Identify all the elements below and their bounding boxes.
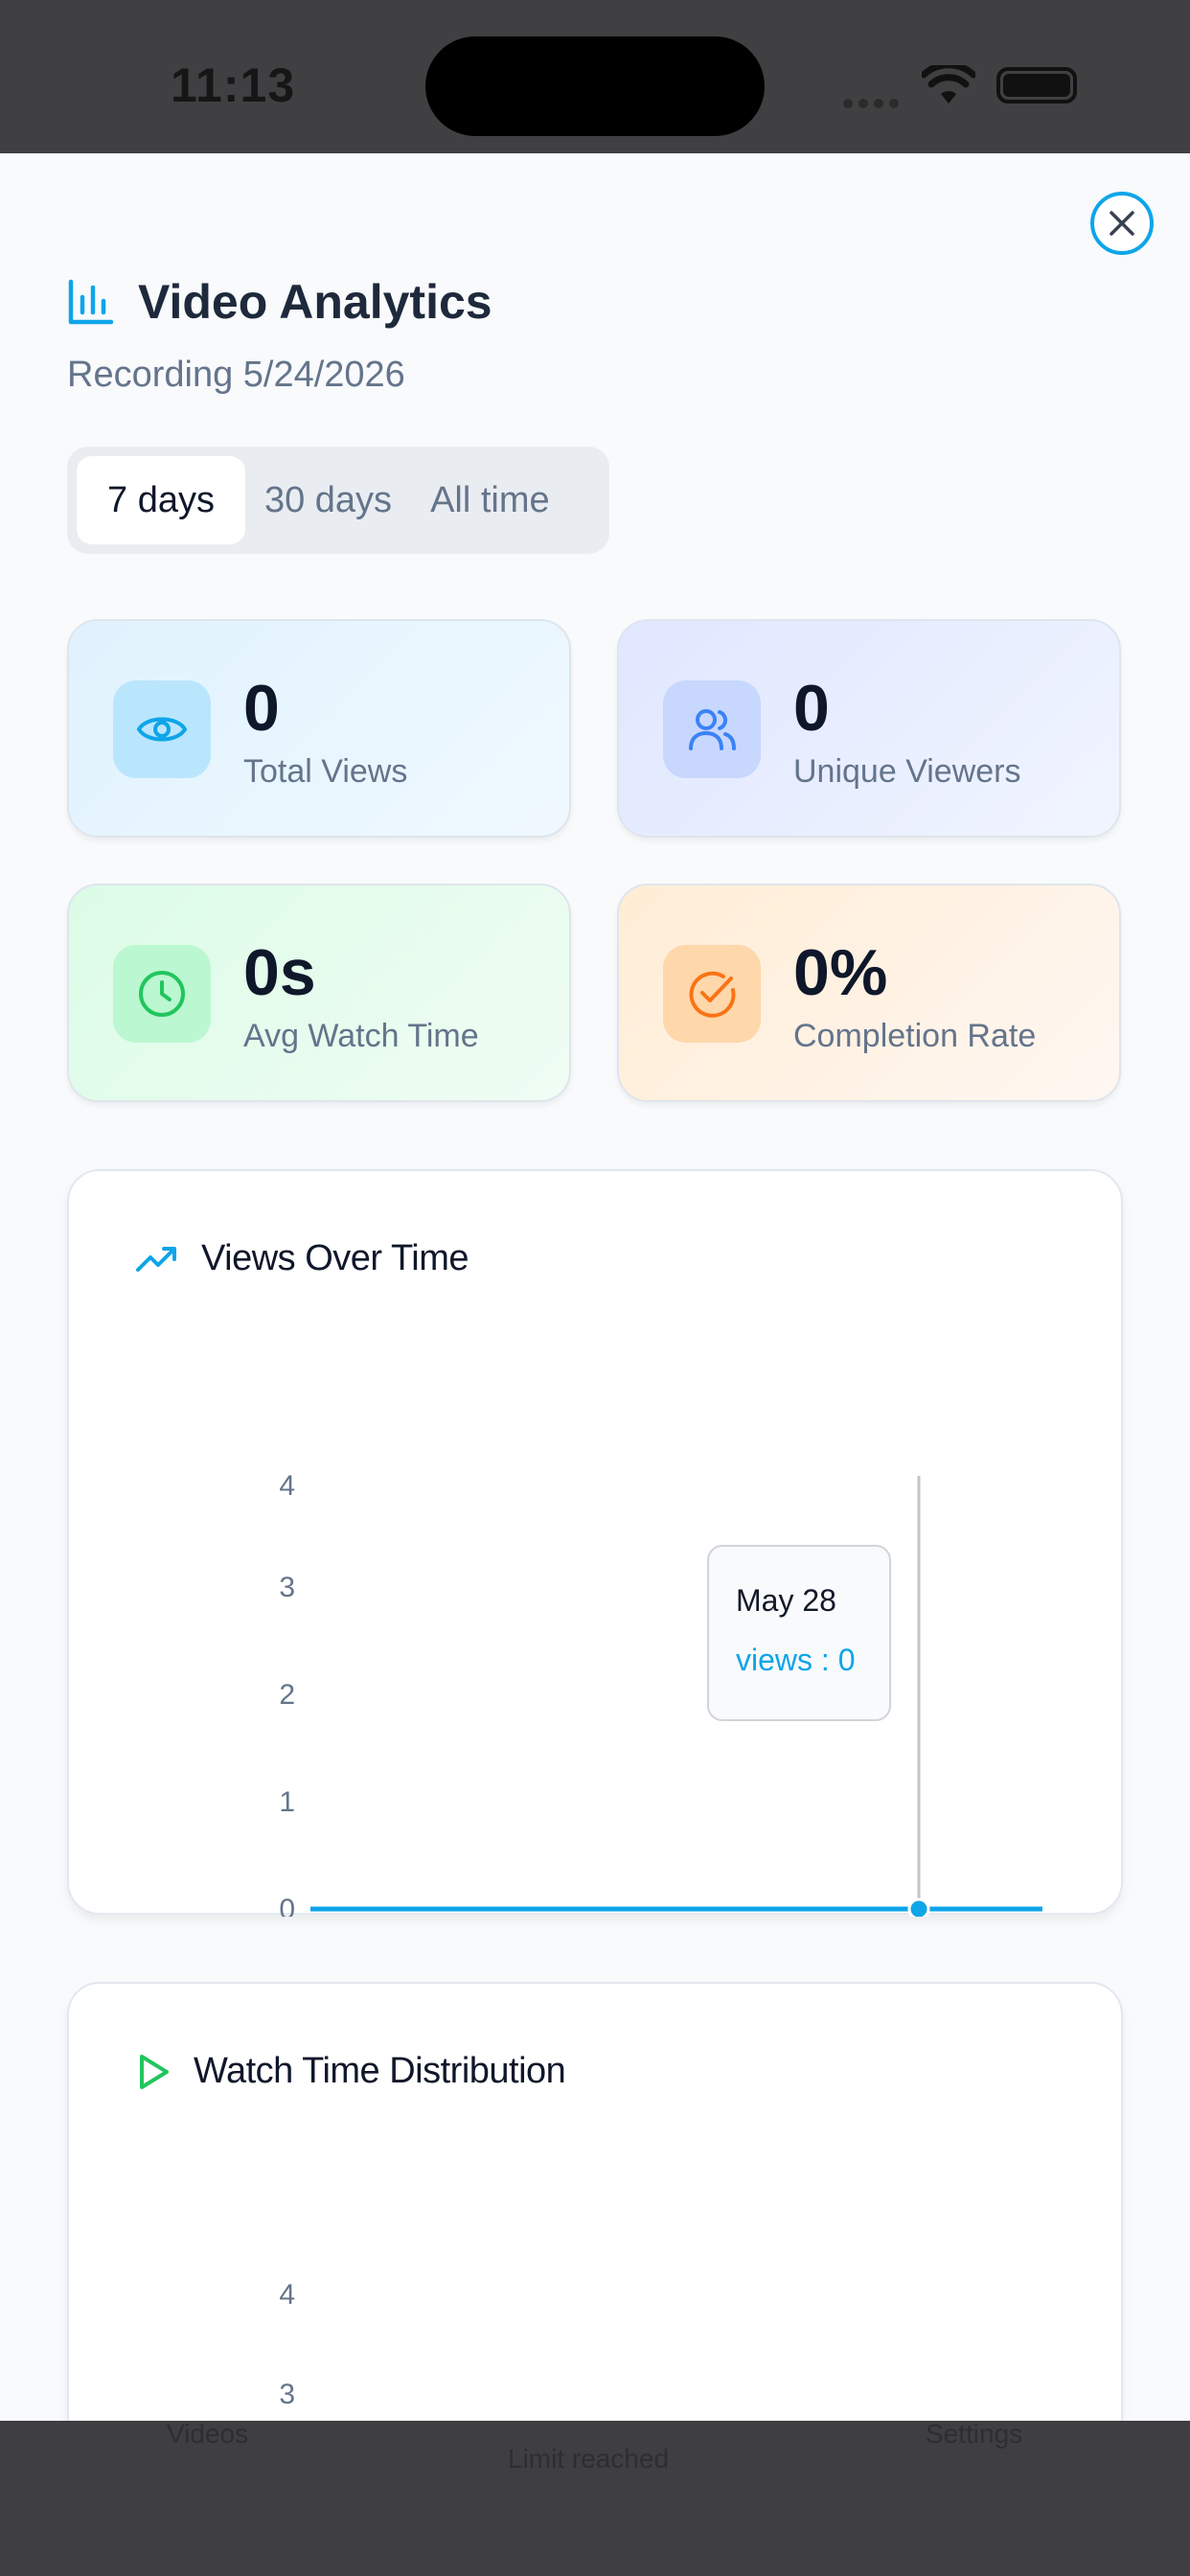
completion-rate-value: 0% — [793, 936, 888, 1009]
unique-viewers-value: 0 — [793, 672, 830, 745]
y-tick-label: 1 — [279, 1786, 295, 1818]
total-views-label: Total Views — [243, 753, 408, 790]
stat-card-completion-rate: 0% Completion Rate — [617, 884, 1121, 1102]
y-tick-label: 3 — [279, 1572, 295, 1603]
y-tick-label: 2 — [279, 1679, 295, 1711]
recording-date: Recording 5/24/2026 — [67, 355, 405, 395]
clock-icon — [139, 971, 185, 1017]
status-bar: 11:13 — [0, 0, 1190, 153]
background-tab-bar: Videos Limit reached Settings — [0, 2415, 1190, 2576]
background-tab-settings: Settings — [926, 2419, 1023, 2449]
y-tick-label: 4 — [279, 1470, 295, 1502]
completion-rate-label: Completion Rate — [793, 1018, 1037, 1054]
unique-viewers-label: Unique Viewers — [793, 753, 1021, 790]
stat-card-total-views: 0 Total Views — [67, 619, 571, 838]
tab-7-days[interactable]: 7 days — [77, 456, 245, 544]
y-tick-label: 0 — [279, 1894, 295, 1917]
close-icon — [1110, 211, 1134, 236]
background-tab-videos: Videos — [167, 2419, 249, 2449]
avg-watch-time-label: Avg Watch Time — [243, 1018, 479, 1054]
check-circle-icon — [689, 971, 736, 1018]
signal-icon — [843, 96, 906, 108]
users-icon — [689, 709, 736, 750]
title-row: Video Analytics — [67, 274, 492, 330]
tab-30-days[interactable]: 30 days — [245, 456, 411, 544]
watch-time-bar-chart: 234 — [279, 2279, 295, 2410]
background-limit-text: Limit reached — [508, 2444, 670, 2473]
dynamic-island — [425, 36, 765, 136]
avg-watch-time-value: 0s — [243, 936, 316, 1009]
status-time: 11:13 — [171, 58, 296, 112]
y-tick-label: 3 — [279, 2379, 295, 2410]
views-over-time-panel: Views Over Time 01234May 23May 24May 25M… — [67, 1169, 1125, 1917]
watch-time-panel: Watch Time Distribution 234 — [67, 1982, 1123, 2421]
close-button[interactable] — [1090, 192, 1154, 255]
y-tick-label: 4 — [279, 2279, 295, 2311]
range-tabs: 7 days 30 days All time — [67, 447, 609, 554]
stat-card-unique-viewers: 0 Unique Viewers — [617, 619, 1121, 838]
views-line-chart[interactable]: 01234May 23May 24May 25May 26May 27May 2… — [69, 1171, 1125, 1917]
wifi-icon — [922, 65, 975, 104]
analytics-sheet: Video Analytics Recording 5/24/2026 7 da… — [0, 153, 1190, 2421]
chart-tooltip: May 28 views : 0 — [707, 1545, 891, 1721]
total-views-value: 0 — [243, 672, 280, 745]
stat-card-avg-watch-time: 0s Avg Watch Time — [67, 884, 571, 1102]
tooltip-date: May 28 — [736, 1583, 836, 1618]
eye-icon — [136, 717, 188, 742]
tooltip-value: views : 0 — [736, 1643, 856, 1677]
page-title: Video Analytics — [138, 275, 492, 329]
battery-icon — [996, 67, 1077, 104]
tab-all-time[interactable]: All time — [411, 456, 569, 544]
active-point — [907, 1898, 930, 1917]
bar-chart-icon — [68, 279, 114, 325]
